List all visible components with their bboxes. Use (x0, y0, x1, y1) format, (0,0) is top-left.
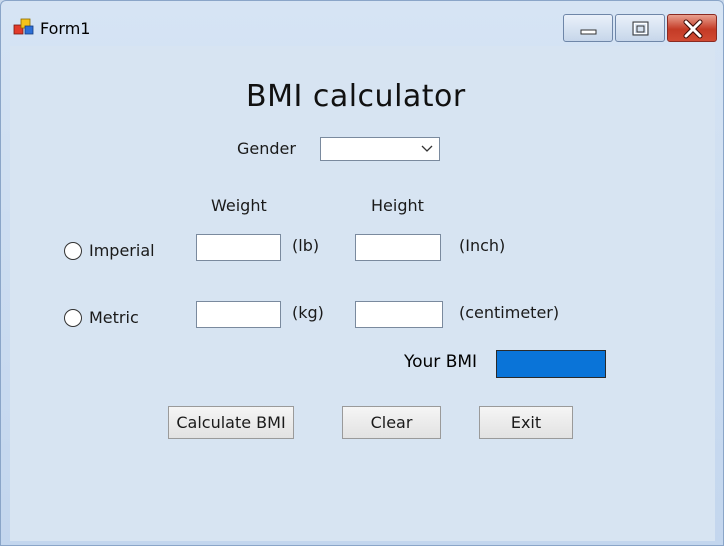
metric-radio[interactable] (64, 309, 82, 327)
imperial-weight-unit: (lb) (292, 236, 320, 255)
imperial-height-unit: (Inch) (459, 236, 506, 255)
imperial-label: Imperial (89, 241, 155, 260)
minimize-icon (580, 29, 597, 35)
app-icon (13, 18, 34, 35)
close-button[interactable] (667, 14, 717, 42)
gender-label: Gender (237, 139, 296, 158)
weight-header: Weight (211, 196, 267, 215)
page-title: BMI calculator (246, 79, 466, 114)
gender-select[interactable] (320, 137, 440, 161)
bmi-label: Your BMI (404, 352, 478, 372)
maximize-button[interactable] (615, 14, 665, 42)
title-bar[interactable]: Form1 (1, 1, 723, 43)
metric-weight-input[interactable] (196, 301, 281, 328)
metric-label: Metric (89, 308, 139, 327)
imperial-height-input[interactable] (355, 234, 441, 261)
app-window: Form1 BMI calculator Gender Weight Heigh… (0, 0, 724, 546)
imperial-radio[interactable] (64, 242, 82, 260)
metric-weight-unit: (kg) (292, 303, 324, 322)
close-icon (683, 19, 703, 39)
exit-button[interactable]: Exit (479, 406, 573, 439)
maximize-icon (632, 21, 649, 36)
clear-button[interactable]: Clear (342, 406, 441, 439)
window-title: Form1 (40, 19, 91, 38)
calculate-bmi-button[interactable]: Calculate BMI (168, 406, 294, 439)
metric-height-input[interactable] (355, 301, 443, 328)
height-header: Height (371, 196, 424, 215)
chevron-down-icon (421, 145, 433, 152)
minimize-button[interactable] (563, 14, 613, 42)
metric-height-unit: (centimeter) (459, 303, 560, 322)
bmi-output (496, 350, 606, 378)
form-client-area: BMI calculator Gender Weight Height Impe… (10, 46, 715, 541)
imperial-weight-input[interactable] (196, 234, 281, 261)
